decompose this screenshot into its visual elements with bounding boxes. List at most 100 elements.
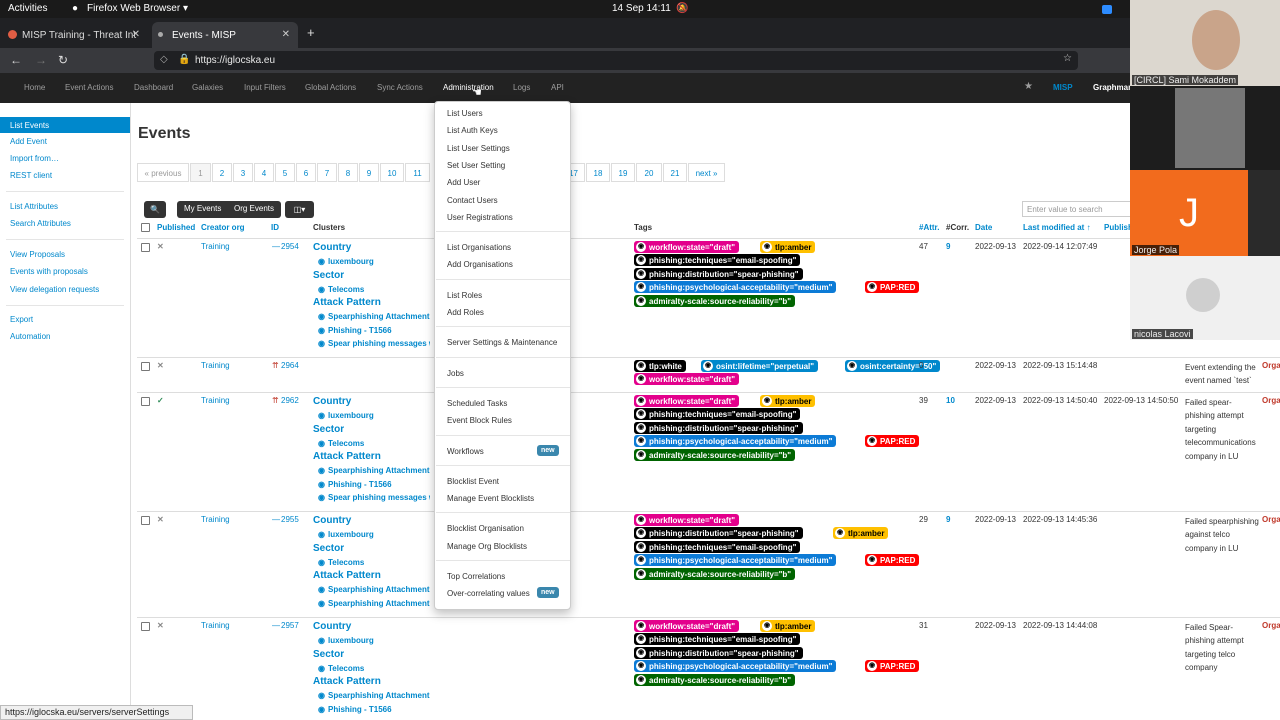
cluster-item-link[interactable]: Telecoms (328, 439, 364, 448)
menu-item-user-registrations[interactable]: User Registrations (447, 213, 513, 222)
tag-admiralty-scale[interactable]: admiralty-scale:source-reliability="b" ◉ (634, 567, 796, 580)
pagination-next[interactable]: next » (688, 163, 725, 182)
user-menu[interactable]: Graphmar (1093, 83, 1131, 92)
event-id-link[interactable]: 2964 (281, 361, 299, 370)
back-icon[interactable]: ← (10, 53, 22, 67)
cluster-item-link[interactable]: Phishing - T1566 (328, 705, 392, 714)
menu-item-event-block-rules[interactable]: Event Block Rules (447, 416, 512, 425)
search-input[interactable]: Enter value to search (1022, 201, 1132, 217)
sidebar-item-events-with-proposals[interactable]: Events with proposals (10, 267, 88, 276)
pagination-page[interactable]: 9 (359, 163, 379, 182)
tag-phishing[interactable]: phishing:distribution="spear-phishing" ◉ (634, 421, 803, 434)
event-id-link[interactable]: 2962 (281, 396, 299, 405)
forward-icon[interactable]: → (35, 53, 47, 67)
pagination-page[interactable]: 21 (663, 163, 687, 182)
nav-dashboard[interactable]: Dashboard (134, 83, 173, 92)
tag-phishing[interactable]: phishing:psychological-acceptability="me… (634, 660, 837, 673)
col-creator-org[interactable]: Creator org (201, 223, 245, 232)
tag-phishing[interactable]: phishing:distribution="spear-phishing" ◉ (634, 267, 803, 280)
nav-api[interactable]: API (551, 83, 564, 92)
tag-pap[interactable]: PAP:RED ◉ (865, 660, 920, 673)
pagination-page[interactable]: 1 (190, 163, 211, 182)
col-attr[interactable]: #Attr. (919, 223, 939, 232)
star-icon[interactable]: ★ (1024, 81, 1033, 92)
pagination-page[interactable]: 10 (380, 163, 404, 182)
menu-item-server-settings-maintenance[interactable]: Server Settings & Maintenance (447, 338, 557, 347)
correlation-count[interactable]: 9 (946, 515, 950, 524)
cluster-heading[interactable]: Country (313, 396, 351, 407)
pagination-page[interactable]: 18 (586, 163, 610, 182)
sidebar-item-rest-client[interactable]: REST client (10, 171, 52, 180)
tag-workflow[interactable]: workflow:state="draft" ◉ (634, 620, 740, 632)
tag-admiralty-scale[interactable]: admiralty-scale:source-reliability="b" ◉ (634, 673, 796, 686)
nav-home[interactable]: Home (24, 83, 45, 92)
org-events-button[interactable]: Org Events (234, 204, 274, 213)
tag-phishing[interactable]: phishing:psychological-acceptability="me… (634, 554, 837, 567)
creator-org-link[interactable]: Training (201, 515, 230, 524)
event-id-link[interactable]: 2957 (281, 621, 299, 630)
menu-item-manage-org-blocklists[interactable]: Manage Org Blocklists (447, 542, 527, 551)
event-id-link[interactable]: 2954 (281, 242, 299, 251)
tab-misp-training[interactable]: MISP Training - Threat Int ✕ (2, 22, 148, 48)
pagination-page[interactable]: 4 (254, 163, 274, 182)
select-all-checkbox[interactable] (141, 223, 150, 232)
cluster-item-link[interactable]: Phishing - T1566 (328, 326, 392, 335)
sidebar-item-automation[interactable]: Automation (10, 332, 50, 341)
tag-osint[interactable]: osint:certainty="50" ◉ (845, 360, 941, 372)
pagination-page[interactable]: 7 (317, 163, 337, 182)
menu-item-add-organisations[interactable]: Add Organisations (447, 260, 513, 269)
event-id-link[interactable]: 2955 (281, 515, 299, 524)
pagination-page[interactable]: 20 (636, 163, 662, 182)
menu-item-set-user-setting[interactable]: Set User Setting (447, 161, 505, 170)
nav-global-actions[interactable]: Global Actions (305, 83, 356, 92)
correlation-count[interactable]: 10 (946, 396, 955, 405)
app-menu[interactable]: Firefox Web Browser (87, 3, 180, 14)
new-tab-icon[interactable]: + (307, 25, 315, 40)
menu-item-list-users[interactable]: List Users (447, 109, 483, 118)
misp-brand[interactable]: MISP (1053, 83, 1073, 92)
tag-phishing[interactable]: phishing:techniques="email-spoofing" ◉ (634, 254, 801, 267)
cluster-heading[interactable]: Country (313, 621, 351, 632)
tag-admiralty-scale[interactable]: admiralty-scale:source-reliability="b" ◉ (634, 448, 796, 461)
close-icon[interactable]: ✕ (132, 29, 140, 40)
cluster-item-link[interactable]: luxembourg (328, 530, 374, 539)
tag-pap[interactable]: PAP:RED ◉ (865, 435, 920, 448)
creator-org-link[interactable]: Training (201, 396, 230, 405)
nav-administration[interactable]: Administration (443, 83, 494, 92)
tag-tlp[interactable]: tlp:amber ◉ (760, 620, 816, 632)
tag-phishing[interactable]: phishing:psychological-acceptability="me… (634, 435, 837, 448)
pagination-previous[interactable]: « previous (137, 163, 189, 182)
tag-pap[interactable]: PAP:RED ◉ (865, 281, 920, 294)
url-field[interactable]: ◇ 🔒 https://iglocska.eu ☆ (154, 51, 1078, 70)
pagination-page[interactable]: 3 (233, 163, 253, 182)
reload-icon[interactable]: ↻ (58, 53, 68, 67)
menu-item-blocklist-organisation[interactable]: Blocklist Organisation (447, 524, 524, 533)
creator-org-link[interactable]: Training (201, 621, 230, 630)
tag-phishing[interactable]: phishing:psychological-acceptability="me… (634, 281, 837, 294)
sidebar-item-list-attributes[interactable]: List Attributes (10, 202, 58, 211)
nav-event-actions[interactable]: Event Actions (65, 83, 113, 92)
col-publish[interactable]: Publish (1104, 223, 1133, 232)
tag-tlp[interactable]: tlp:amber ◉ (760, 395, 816, 407)
tag-pap[interactable]: PAP:RED ◉ (865, 554, 920, 567)
cluster-heading[interactable]: Sector (313, 424, 344, 435)
cluster-heading[interactable]: Country (313, 242, 351, 253)
nav-galaxies[interactable]: Galaxies (192, 83, 223, 92)
cluster-item-link[interactable]: Spear phishing messages w (328, 339, 430, 348)
cluster-item-link[interactable]: Telecoms (328, 664, 364, 673)
search-toggle-button[interactable]: 🔍 (144, 201, 166, 218)
clock[interactable]: 14 Sep 14:11 (612, 3, 671, 14)
cluster-item-link[interactable]: luxembourg (328, 257, 374, 266)
row-checkbox[interactable] (141, 243, 150, 252)
tag-tlp[interactable]: tlp:amber ◉ (760, 241, 816, 253)
tag-phishing[interactable]: phishing:techniques="email-spoofing" ◉ (634, 408, 801, 421)
menu-item-scheduled-tasks[interactable]: Scheduled Tasks (447, 399, 507, 408)
tab-events-misp[interactable]: Events - MISP ✕ (152, 22, 298, 48)
menu-item-list-auth-keys[interactable]: List Auth Keys (447, 126, 498, 135)
tag-phishing[interactable]: phishing:distribution="spear-phishing" ◉ (634, 527, 803, 540)
pagination-page[interactable]: 8 (338, 163, 358, 182)
my-events-button[interactable]: My Events (184, 204, 221, 213)
cluster-heading[interactable]: Attack Pattern (313, 297, 381, 308)
row-checkbox[interactable] (141, 622, 150, 631)
cluster-item-link[interactable]: luxembourg (328, 636, 374, 645)
